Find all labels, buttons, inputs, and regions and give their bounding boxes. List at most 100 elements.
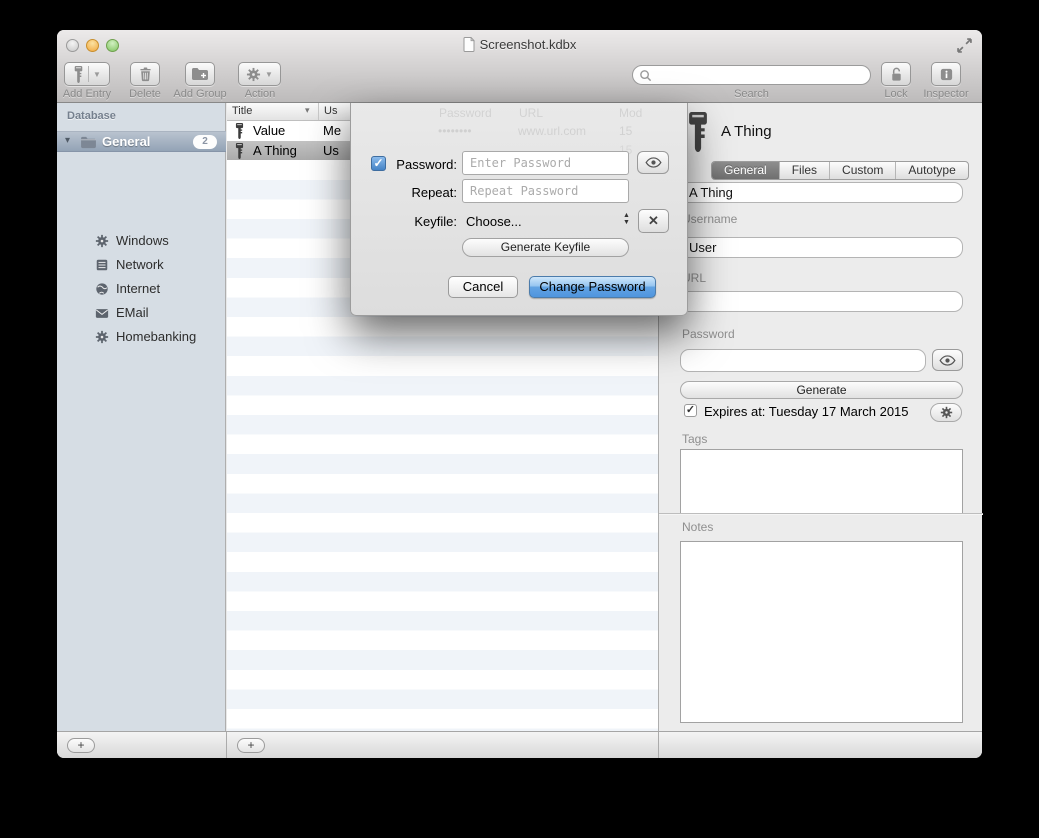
cancel-button[interactable]: Cancel [448,276,518,298]
reveal-password-button[interactable] [932,349,963,371]
title-field[interactable] [680,182,963,203]
sidebar-item-label: Internet [116,281,160,296]
delete-button[interactable] [130,62,160,86]
dialog-password-input[interactable] [462,151,629,175]
faint-modified-header: Mod [619,106,642,120]
notes-label: Notes [682,520,713,534]
sidebar-item-windows[interactable]: Windows [57,229,226,253]
password-label: Password [682,327,735,341]
dialog-repeat-input[interactable] [462,179,629,203]
cell-username: Us [323,143,339,158]
tags-box[interactable] [680,449,963,514]
chevron-down-icon: ▼ [265,70,273,79]
generate-button[interactable]: Generate [680,381,963,399]
tab-autotype[interactable]: Autotype [896,162,967,179]
search-icon [639,69,652,82]
add-group-footer-button[interactable]: + [67,738,95,753]
sidebar-item-homebanking[interactable]: Homebanking [57,325,226,349]
inspector-panel: A Thing General Files Custom Autotype Us… [658,103,982,731]
lock-button[interactable] [881,62,911,86]
gear-icon [95,330,109,344]
clear-keyfile-button[interactable]: ✕ [638,209,669,233]
column-header-title[interactable]: Title [232,105,252,117]
delete-label: Delete [125,88,165,100]
dialog-reveal-password-button[interactable] [637,151,669,174]
expires-checkbox[interactable]: ✓ [684,404,697,417]
url-field[interactable] [680,291,963,312]
inspector-tabs: General Files Custom Autotype [711,161,969,180]
folder-icon [80,136,97,149]
cell-title: Value [253,123,285,138]
info-icon [939,67,954,82]
faint-password-header: Password [439,106,492,120]
cell-title: A Thing [253,143,297,158]
notes-box[interactable] [680,541,963,723]
inspector-label: Inspector [916,88,976,100]
dialog-password-label: Password: [351,157,457,172]
sidebar-group-label: General [102,134,150,149]
password-field[interactable] [680,349,926,372]
folder-plus-icon [191,67,209,81]
search-input[interactable] [632,65,871,85]
faint-url-header: URL [519,106,543,120]
inspector-entry-title: A Thing [721,123,772,140]
action-button[interactable]: ▼ [238,62,281,86]
change-password-button[interactable]: Change Password [529,276,656,298]
tags-label: Tags [682,432,707,446]
column-header-username[interactable]: Us [324,105,337,117]
search-label: Search [632,88,871,100]
tab-general[interactable]: General [712,162,780,179]
section-divider [659,513,983,514]
keyfile-stepper-icon[interactable]: ▲▼ [623,212,630,226]
footer-divider [658,732,659,758]
tab-custom[interactable]: Custom [830,162,896,179]
inspector-button[interactable] [931,62,961,86]
add-group-button[interactable] [185,62,215,86]
sidebar-group-general[interactable]: ▾ General 2 [57,131,226,152]
bottom-bar: + + [57,731,982,758]
add-entry-footer-button[interactable]: + [237,738,265,753]
sidebar: Database ▾ General 2 Windows Network Int… [57,103,226,731]
tab-files[interactable]: Files [780,162,830,179]
document-icon [463,37,475,52]
eye-icon [939,355,956,366]
faint-password-dots: •••••••• [438,124,472,138]
gear-icon [246,67,261,82]
cell-username: Me [323,123,341,138]
column-divider[interactable] [318,103,319,120]
change-password-dialog: Password URL Mod •••••••• www.url.com 15… [350,103,688,316]
sidebar-header: Database [67,110,116,122]
disclosure-triangle-icon[interactable]: ▾ [65,135,70,146]
username-field[interactable] [680,237,963,258]
username-label: Username [682,212,737,226]
titlebar[interactable]: Screenshot.kdbx [57,30,982,60]
gear-icon [940,406,953,419]
keyfile-popup-button[interactable]: Choose... [466,214,522,229]
expires-settings-button[interactable] [930,403,962,422]
sidebar-item-label: EMail [116,305,149,320]
globe-icon [95,282,109,296]
eye-icon [645,157,662,168]
button-separator [88,66,89,82]
sidebar-item-internet[interactable]: Internet [57,277,226,301]
sidebar-item-label: Network [116,257,164,272]
add-entry-button[interactable]: ▼ [64,62,110,86]
footer-divider [226,732,227,758]
faint-modified-value: 15 [619,124,632,138]
faint-url-value: www.url.com [518,124,586,138]
trash-icon [138,66,153,82]
mail-icon [95,308,109,319]
sidebar-item-email[interactable]: EMail [57,301,226,325]
action-label: Action [239,88,281,100]
gear-icon [95,234,109,248]
sidebar-item-label: Windows [116,233,169,248]
key-icon [235,143,244,159]
key-icon [686,112,710,152]
add-entry-label: Add Entry [58,88,116,100]
app-window: Screenshot.kdbx ▼ Add Entry Delete Add G… [57,30,982,758]
chevron-down-icon: ▼ [93,70,101,79]
dialog-keyfile-label: Keyfile: [351,214,457,229]
fullscreen-icon[interactable] [957,38,972,53]
generate-keyfile-button[interactable]: Generate Keyfile [462,238,629,257]
sidebar-item-network[interactable]: Network [57,253,226,277]
